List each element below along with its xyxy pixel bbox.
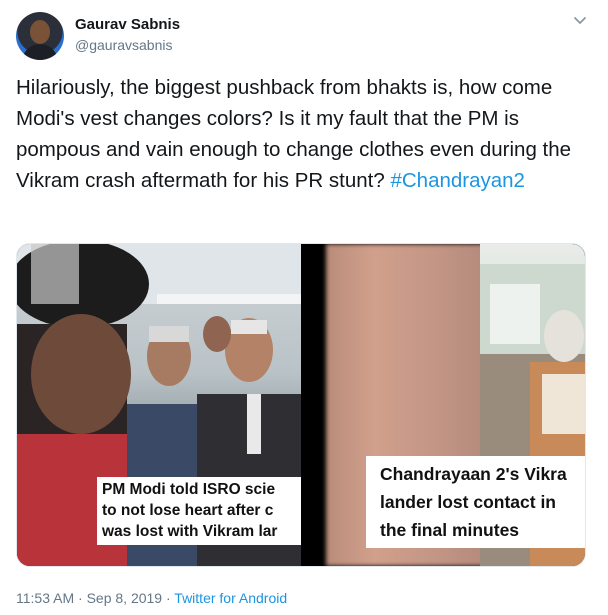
tweet-media[interactable]: PM Modi told ISRO scie to not lose heart… xyxy=(16,243,586,567)
tweet-footer: 11:53 AM · Sep 8, 2019 · Twitter for And… xyxy=(16,590,287,606)
footer-separator-2: · xyxy=(165,590,171,606)
hashtag-link[interactable]: #Chandrayan2 xyxy=(390,169,525,192)
footer-separator: · xyxy=(78,590,83,606)
left-caption-line-1: PM Modi told ISRO scie xyxy=(102,481,276,498)
media-image-right[interactable]: Chandrayaan 2's Vikra lander lost contac… xyxy=(304,244,585,566)
right-caption-line-1: Chandrayaan 2's Vikra xyxy=(380,464,567,484)
tweet-header: Gaurav Sabnis @gauravsabnis xyxy=(16,12,592,62)
tweet-date[interactable]: Sep 8, 2019 xyxy=(87,590,163,606)
tweet-text: Hilariously, the biggest pushback from b… xyxy=(16,72,586,196)
chevron-down-icon[interactable] xyxy=(572,12,588,28)
author-name[interactable]: Gaurav Sabnis xyxy=(75,16,180,33)
left-caption-line-3: was lost with Vikram lar xyxy=(102,523,278,540)
right-caption-line-2: lander lost contact in xyxy=(380,492,556,512)
left-caption-line-2: to not lose heart after c xyxy=(102,502,274,519)
tweet-card: Gaurav Sabnis @gauravsabnis Hilariously,… xyxy=(0,0,608,615)
left-video-caption: PM Modi told ISRO scie to not lose heart… xyxy=(97,477,301,545)
avatar-face xyxy=(30,20,50,44)
tweet-time[interactable]: 11:53 AM xyxy=(16,590,74,606)
media-image-left[interactable]: PM Modi told ISRO scie to not lose heart… xyxy=(17,244,301,566)
tweet-source-link[interactable]: Twitter for Android xyxy=(174,590,287,606)
right-video-caption: Chandrayaan 2's Vikra lander lost contac… xyxy=(366,456,585,548)
avatar[interactable] xyxy=(16,12,64,60)
avatar-shirt xyxy=(22,44,58,60)
right-caption-line-3: the final minutes xyxy=(380,520,520,540)
author-handle[interactable]: @gauravsabnis xyxy=(75,37,173,53)
